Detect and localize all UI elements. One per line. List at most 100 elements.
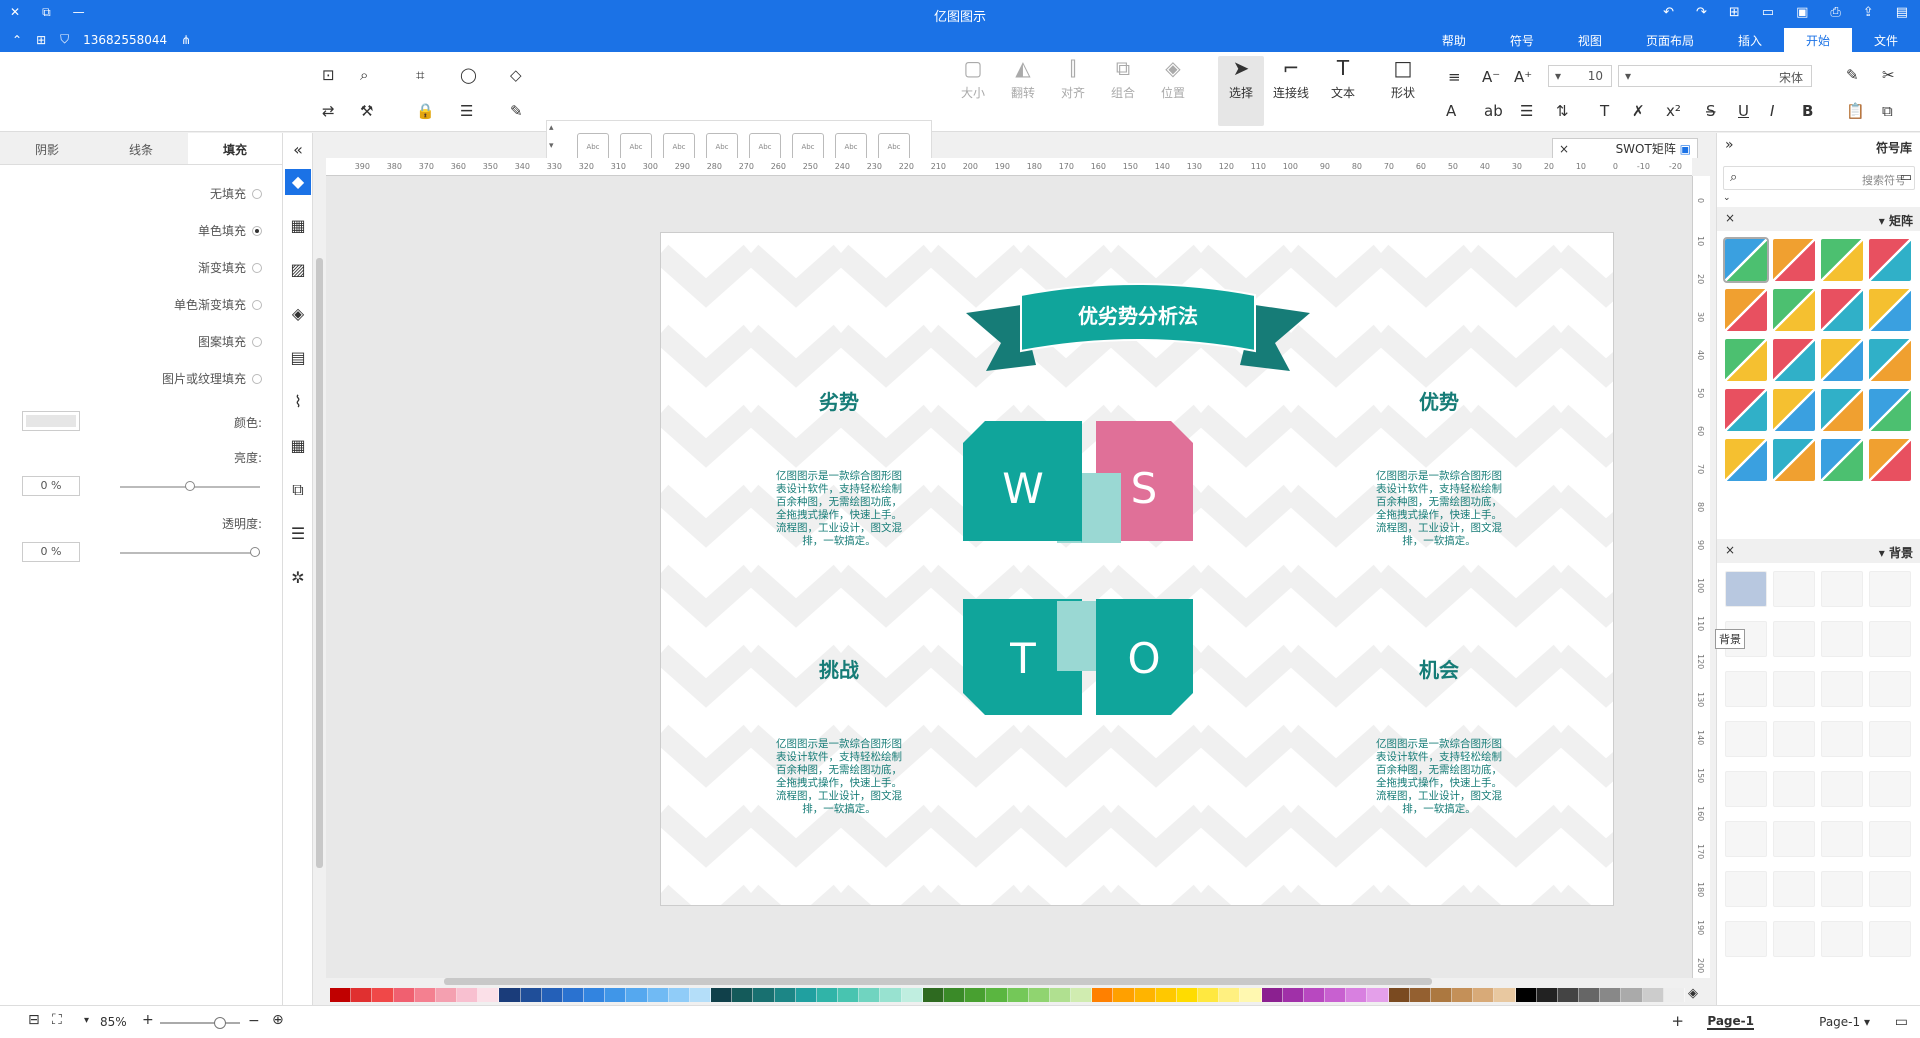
align-text-icon[interactable]: ≡	[1448, 68, 1461, 86]
page-tab[interactable]: Page-1	[1707, 1014, 1754, 1030]
shirt-icon[interactable]: ⛉	[60, 32, 69, 47]
matrix-symbol-thumb[interactable]	[1725, 389, 1767, 431]
opportunity-heading[interactable]: 机会	[1419, 658, 1459, 682]
line-spacing-icon[interactable]: ⇅	[1556, 102, 1569, 120]
redo-icon[interactable]: ↷	[1696, 5, 1707, 20]
background-symbol-thumb[interactable]	[1821, 671, 1863, 707]
background-symbol-thumb[interactable]	[1821, 771, 1863, 807]
background-symbol-thumb[interactable]	[1869, 571, 1911, 607]
background-symbol-thumb[interactable]	[1773, 821, 1815, 857]
grid-icon[interactable]: ▦	[285, 213, 311, 239]
size-button[interactable]: ▢ 大小	[950, 56, 996, 101]
flip-button[interactable]: ◭ 翻转	[1000, 56, 1046, 101]
collapse-icon[interactable]: ⌄	[1723, 193, 1731, 203]
palette-swatch[interactable]	[499, 988, 521, 1002]
drawing-page[interactable]: 优劣势分析法 S W T O 优势 劣势 机会 挑战 亿图图示是一款综合图形图 …	[660, 232, 1614, 906]
matrix-symbol-thumb[interactable]	[1821, 339, 1863, 381]
palette-swatch[interactable]	[753, 988, 775, 1002]
cut-icon[interactable]: ✂	[1882, 66, 1895, 84]
collapse-panel-icon[interactable]: «	[285, 137, 311, 163]
horizontal-scrollbar[interactable]	[444, 978, 1432, 985]
shade-spinner[interactable]: 0 %	[22, 476, 80, 496]
matrix-symbol-thumb[interactable]	[1821, 389, 1863, 431]
font-size-select[interactable]: 10 ▾	[1548, 65, 1612, 87]
select-button[interactable]: ➤ 选择	[1218, 56, 1264, 126]
background-symbol-thumb[interactable]	[1725, 921, 1767, 957]
palette-swatch[interactable]	[1430, 988, 1453, 1002]
matrix-symbol-thumb[interactable]	[1869, 239, 1911, 281]
palette-swatch[interactable]	[965, 988, 987, 1002]
fit-width-icon[interactable]: ⊟	[28, 1012, 40, 1028]
fill-option-solid[interactable]: 单色填充	[198, 222, 262, 239]
tab-shadow[interactable]: 阴影	[0, 133, 94, 164]
matrix-symbol-thumb[interactable]	[1725, 339, 1767, 381]
document-tab[interactable]: × SWOT矩阵 ▣	[1552, 138, 1698, 158]
position-button[interactable]: ◈ 位置	[1150, 56, 1196, 101]
image-icon[interactable]: ▨	[285, 257, 311, 283]
matrix-symbol-thumb[interactable]	[1773, 339, 1815, 381]
background-symbol-thumb[interactable]	[1773, 721, 1815, 757]
palette-swatch[interactable]	[1473, 988, 1495, 1002]
close-tab-icon[interactable]: ×	[1559, 142, 1569, 156]
palette-swatch[interactable]	[1261, 988, 1283, 1002]
tab-line[interactable]: 线条	[94, 133, 188, 164]
style-preset[interactable]: Abc	[792, 133, 824, 161]
background-symbol-thumb[interactable]	[1869, 621, 1911, 657]
palette-swatch[interactable]	[1409, 988, 1431, 1002]
palette-swatch[interactable]	[1240, 988, 1262, 1002]
fill-tool-icon[interactable]: ◆	[285, 169, 311, 195]
background-symbol-thumb[interactable]	[1821, 721, 1863, 757]
palette-swatch[interactable]	[1367, 988, 1389, 1002]
library-menu-icon[interactable]: ▭	[1900, 170, 1912, 185]
transparency-spinner[interactable]: 0 %	[22, 542, 80, 562]
background-symbol-thumb[interactable]	[1725, 571, 1767, 607]
tab-insert[interactable]: 插入	[1716, 28, 1784, 53]
palette-swatch[interactable]	[1388, 988, 1410, 1002]
palette-swatch[interactable]	[1494, 988, 1516, 1002]
background-symbol-thumb[interactable]	[1773, 671, 1815, 707]
palette-swatch[interactable]	[372, 988, 394, 1002]
matrix-symbol-thumb[interactable]	[1773, 439, 1815, 481]
palette-swatch[interactable]	[1007, 988, 1029, 1002]
background-symbol-thumb[interactable]	[1821, 871, 1863, 907]
palette-swatch[interactable]	[626, 988, 648, 1002]
gallery-down-icon[interactable]: ▾	[549, 141, 554, 151]
align-button[interactable]: ⫿ 对齐	[1050, 56, 1096, 101]
palette-swatch[interactable]	[1621, 988, 1643, 1002]
matrix-symbol-thumb[interactable]	[1773, 289, 1815, 331]
fill-option-texture[interactable]: 图片或纹理填充	[162, 370, 262, 387]
undo-icon[interactable]: ↶	[1663, 5, 1674, 20]
chart-icon[interactable]: ⌇	[285, 389, 311, 415]
background-symbol-thumb[interactable]	[1773, 871, 1815, 907]
style-preset[interactable]: Abc	[577, 133, 609, 161]
style-preset[interactable]: Abc	[663, 133, 695, 161]
matrix-symbol-thumb[interactable]	[1725, 289, 1767, 331]
matrix-symbol-thumb[interactable]	[1821, 439, 1863, 481]
clear-format-icon[interactable]: ✗	[1632, 102, 1645, 120]
palette-swatch[interactable]	[351, 988, 373, 1002]
shadow-icon[interactable]: ◯	[460, 66, 477, 84]
transparency-slider-handle[interactable]	[250, 547, 260, 557]
background-symbol-thumb[interactable]	[1869, 871, 1911, 907]
palette-swatch[interactable]	[1282, 988, 1304, 1002]
shape-button[interactable]: □ 形状	[1380, 56, 1426, 101]
matrix-symbol-thumb[interactable]	[1821, 239, 1863, 281]
background-symbol-thumb[interactable]	[1821, 821, 1863, 857]
palette-swatch[interactable]	[668, 988, 690, 1002]
fill-bucket-icon[interactable]: ◈	[1688, 986, 1698, 1001]
tools-icon[interactable]: ⚒	[360, 102, 373, 120]
matrix-symbol-thumb[interactable]	[1725, 439, 1767, 481]
palette-swatch[interactable]	[1049, 988, 1072, 1002]
palette-swatch[interactable]	[1113, 988, 1135, 1002]
palette-swatch[interactable]	[1219, 988, 1241, 1002]
background-symbol-thumb[interactable]	[1869, 821, 1911, 857]
tab-home[interactable]: 开始	[1783, 28, 1852, 53]
background-symbol-thumb[interactable]	[1821, 571, 1863, 607]
palette-swatch[interactable]	[647, 988, 669, 1002]
tab-symbol[interactable]: 符号	[1488, 28, 1556, 53]
matrix-symbol-thumb[interactable]	[1723, 237, 1769, 283]
font-color-icon[interactable]: A	[1446, 102, 1456, 120]
palette-swatch[interactable]	[1092, 988, 1114, 1002]
attachment-icon[interactable]: ⧉	[285, 477, 311, 503]
add-page-button[interactable]: +	[1671, 1012, 1684, 1030]
